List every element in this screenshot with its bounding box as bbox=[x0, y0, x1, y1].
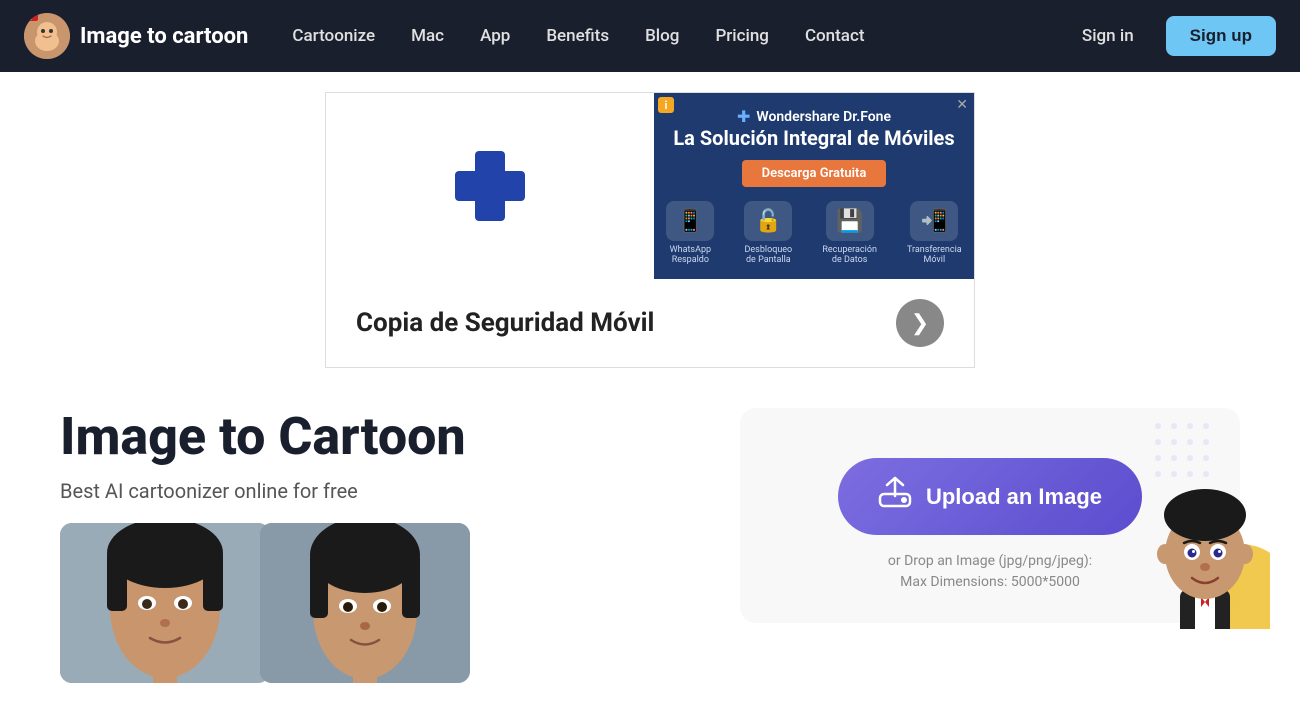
ad-brand: ✚ Wondershare Dr.Fone bbox=[737, 107, 891, 126]
signin-link[interactable]: Sign in bbox=[1066, 18, 1150, 54]
ad-bottom-text: Copia de Seguridad Móvil bbox=[356, 308, 654, 338]
ad-icon-transfer-box: 📲 bbox=[910, 201, 958, 241]
ad-cta-button[interactable]: Descarga Gratuita bbox=[742, 160, 887, 187]
ad-section: i ✕ ✚ Wondershare Dr.Fone La Solución In… bbox=[0, 72, 1300, 378]
signup-button[interactable]: Sign up bbox=[1166, 16, 1276, 56]
logo-text: Image to cartoon bbox=[80, 24, 248, 49]
ad-icon-unlock-box: 🔓 bbox=[744, 201, 792, 241]
nav-links: Cartoonize Mac App Benefits Blog Pricing… bbox=[276, 18, 1058, 54]
ad-arrow-button[interactable]: ❯ bbox=[896, 299, 944, 347]
ad-icon-recovery-label: Recuperación de Datos bbox=[822, 245, 877, 265]
hero-photo-1 bbox=[60, 523, 270, 683]
ad-icon-unlock: 🔓 Desbloqueo de Pantalla bbox=[744, 201, 792, 265]
upload-icon bbox=[878, 476, 912, 517]
ad-brand-name: Wondershare Dr.Fone bbox=[756, 109, 891, 125]
hero-photo-2 bbox=[260, 523, 470, 683]
ad-icon-whatsapp-box: 📱 bbox=[666, 201, 714, 241]
ad-icon-recovery-box: 💾 bbox=[826, 201, 874, 241]
main-content: Image to Cartoon Best AI cartoonizer onl… bbox=[0, 378, 1300, 683]
ad-icon-whatsapp: 📱 WhatsApp Respaldo bbox=[666, 201, 714, 265]
ad-right-panel: i ✕ ✚ Wondershare Dr.Fone La Solución In… bbox=[654, 93, 974, 279]
left-section: Image to Cartoon Best AI cartoonizer onl… bbox=[60, 408, 700, 683]
navbar: AI Image to cartoon Cartoonize Mac App B… bbox=[0, 0, 1300, 72]
nav-item-mac[interactable]: Mac bbox=[395, 18, 460, 54]
nav-logo[interactable]: AI Image to cartoon bbox=[24, 13, 248, 59]
svg-text:AI: AI bbox=[26, 15, 32, 22]
upload-button[interactable]: Upload an Image bbox=[838, 458, 1142, 535]
ad-icon-transfer: 📲 Transferencia Móvil bbox=[907, 201, 962, 265]
nav-item-benefits[interactable]: Benefits bbox=[530, 18, 625, 54]
ad-bottom-bar: Copia de Seguridad Móvil ❯ bbox=[326, 279, 974, 367]
hero-title: Image to Cartoon bbox=[60, 408, 700, 465]
ad-info-badge[interactable]: i bbox=[658, 97, 674, 113]
upload-hint: or Drop an Image (jpg/png/jpeg): Max Dim… bbox=[888, 551, 1092, 593]
ad-close-button[interactable]: ✕ bbox=[956, 97, 968, 113]
plus-icon bbox=[445, 141, 535, 231]
nav-item-app[interactable]: App bbox=[464, 18, 526, 54]
ad-icon-recovery: 💾 Recuperación de Datos bbox=[822, 201, 877, 265]
nav-item-blog[interactable]: Blog bbox=[629, 18, 695, 54]
hero-subtitle: Best AI cartoonizer online for free bbox=[60, 479, 700, 503]
right-section: Upload an Image or Drop an Image (jpg/pn… bbox=[740, 408, 1240, 623]
upload-button-label: Upload an Image bbox=[926, 484, 1102, 510]
ad-title: La Solución Integral de Móviles bbox=[673, 126, 954, 150]
nav-item-contact[interactable]: Contact bbox=[789, 18, 881, 54]
ad-icons-row: 📱 WhatsApp Respaldo 🔓 Desbloqueo de Pant… bbox=[666, 201, 961, 265]
ad-icon-unlock-label: Desbloqueo de Pantalla bbox=[744, 245, 792, 265]
ad-banner: i ✕ ✚ Wondershare Dr.Fone La Solución In… bbox=[325, 92, 975, 368]
ad-left-panel bbox=[326, 93, 654, 279]
nav-item-cartoonize[interactable]: Cartoonize bbox=[276, 18, 391, 54]
logo-avatar: AI bbox=[24, 13, 70, 59]
ad-icon-whatsapp-label: WhatsApp Respaldo bbox=[666, 245, 714, 265]
hero-images bbox=[60, 523, 700, 683]
cartoon-preview bbox=[1140, 459, 1270, 633]
ad-icon-transfer-label: Transferencia Móvil bbox=[907, 245, 962, 265]
nav-item-pricing[interactable]: Pricing bbox=[699, 18, 785, 54]
